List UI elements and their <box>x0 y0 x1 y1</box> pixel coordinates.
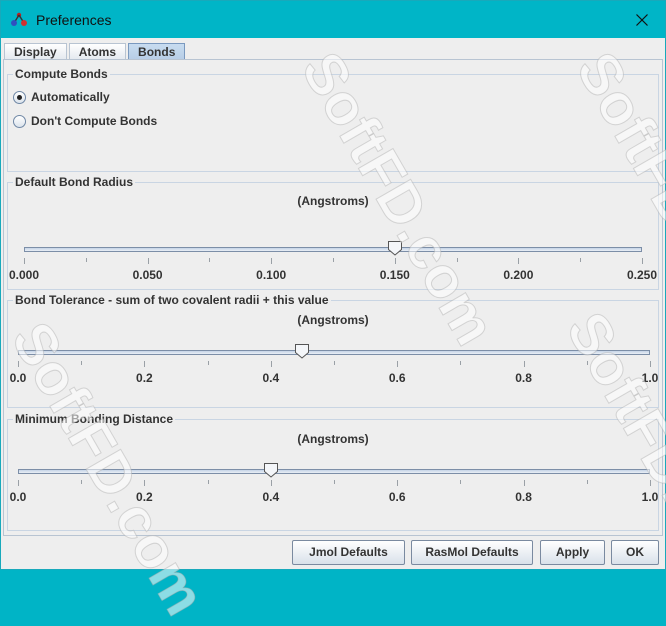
slider-thumb[interactable] <box>294 343 310 359</box>
major-tick <box>650 480 651 486</box>
tick-label: 0.6 <box>388 490 406 504</box>
window-title: Preferences <box>36 12 112 28</box>
app-icon <box>11 12 27 26</box>
title-bar[interactable]: Preferences <box>1 1 665 38</box>
minor-tick <box>586 361 588 365</box>
minor-tick <box>460 480 462 484</box>
slider-thumb[interactable] <box>263 462 279 478</box>
minor-tick <box>207 361 209 365</box>
tick-label: 0.0 <box>9 371 27 385</box>
tick-label: 1.0 <box>641 371 659 385</box>
minor-tick <box>456 258 458 262</box>
tick-label: 0.6 <box>388 371 406 385</box>
tick-label: 0.000 <box>8 268 40 282</box>
tick-label: 0.050 <box>132 268 163 282</box>
radio-dont-compute-label: Don't Compute Bonds <box>31 114 158 128</box>
major-tick <box>18 480 19 486</box>
major-tick <box>24 258 25 264</box>
minor-tick <box>334 361 335 365</box>
close-icon <box>636 13 648 26</box>
major-tick <box>642 258 643 264</box>
minor-tick <box>580 258 582 262</box>
major-tick <box>523 480 525 486</box>
bond-radius-track <box>24 247 642 252</box>
tab-atoms[interactable]: Atoms <box>68 43 127 60</box>
min-distance-track <box>18 469 650 474</box>
jmol-defaults-button[interactable]: Jmol Defaults <box>292 540 405 565</box>
tick-label: 0.2 <box>136 371 153 385</box>
bond-radius-title: Default Bond Radius <box>13 175 136 189</box>
ok-button[interactable]: OK <box>611 540 659 565</box>
major-tick <box>270 361 272 367</box>
minor-tick <box>207 480 209 484</box>
compute-bonds-title: Compute Bonds <box>13 67 110 81</box>
bond-tolerance-track <box>18 350 650 355</box>
minor-tick <box>81 480 83 484</box>
tab-bonds[interactable]: Bonds <box>128 43 186 60</box>
major-tick <box>523 361 525 367</box>
tab-display[interactable]: Display <box>4 43 67 60</box>
radio-dont-compute[interactable]: Don't Compute Bonds <box>13 114 157 128</box>
tick-label: 0.200 <box>503 268 534 282</box>
bond-tolerance-title: Bond Tolerance - sum of two covalent rad… <box>13 293 331 307</box>
min-distance-group: Minimum Bonding Distance (Angstroms) 0.0… <box>7 412 659 531</box>
min-distance-units: (Angstroms) <box>297 432 369 446</box>
tick-label: 0.250 <box>626 268 658 282</box>
tick-label: 0.2 <box>136 490 153 504</box>
minor-tick <box>333 258 334 262</box>
tick-label: 0.8 <box>515 490 532 504</box>
major-tick <box>18 361 19 367</box>
radio-automatically[interactable]: Automatically <box>13 90 110 104</box>
close-button[interactable] <box>619 1 665 38</box>
minor-tick <box>334 480 335 484</box>
bonds-panel: Compute Bonds Automatically Don't Comput… <box>3 59 663 536</box>
major-tick <box>144 480 146 486</box>
major-tick <box>397 480 399 486</box>
tick-label: 0.100 <box>256 268 287 282</box>
tick-label: 0.150 <box>379 268 410 282</box>
major-tick <box>397 361 399 367</box>
major-tick <box>144 361 146 367</box>
major-tick <box>147 258 149 264</box>
major-tick <box>394 258 396 264</box>
tick-label: 0.0 <box>9 490 27 504</box>
major-tick <box>650 361 651 367</box>
bond-tolerance-units: (Angstroms) <box>297 313 369 327</box>
tick-label: 0.4 <box>262 490 280 504</box>
minor-tick <box>460 361 462 365</box>
slider-thumb[interactable] <box>387 240 403 256</box>
major-tick <box>271 258 273 264</box>
major-tick <box>518 258 520 264</box>
rasmol-defaults-button[interactable]: RasMol Defaults <box>411 540 533 565</box>
minor-tick <box>85 258 87 262</box>
compute-bonds-group: Compute Bonds Automatically Don't Comput… <box>7 67 659 172</box>
tab-strip: Display Atoms Bonds <box>4 42 187 60</box>
preferences-window: Preferences Display Atoms Bonds Compute … <box>0 0 666 626</box>
minor-tick <box>81 361 83 365</box>
tick-label: 0.8 <box>515 371 532 385</box>
major-tick <box>270 480 272 486</box>
min-distance-title: Minimum Bonding Distance <box>13 412 176 426</box>
bond-radius-units: (Angstroms) <box>297 194 369 208</box>
tick-label: 1.0 <box>641 490 659 504</box>
radio-button-unchecked[interactable] <box>13 114 26 128</box>
bond-radius-group: Default Bond Radius (Angstroms) 0.000 0.0… <box>7 175 659 290</box>
tick-label: 0.4 <box>262 371 280 385</box>
minor-tick <box>209 258 211 262</box>
radio-button-checked[interactable] <box>13 90 26 104</box>
radio-automatically-label: Automatically <box>31 90 110 104</box>
bond-tolerance-group: Bond Tolerance - sum of two covalent rad… <box>7 293 659 408</box>
apply-button[interactable]: Apply <box>540 540 605 565</box>
minor-tick <box>586 480 588 484</box>
